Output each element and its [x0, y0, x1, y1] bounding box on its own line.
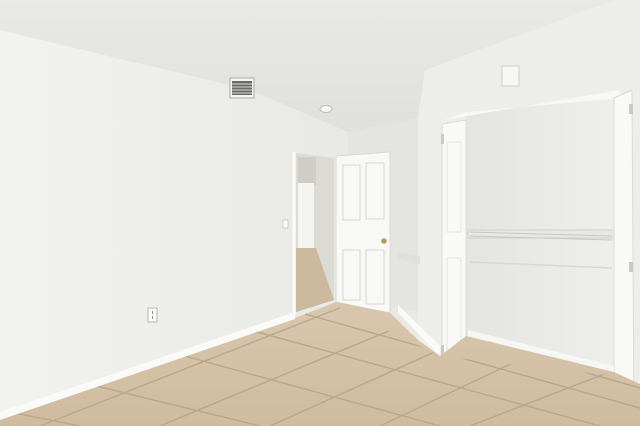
- light-switch: [282, 219, 289, 229]
- door-knob[interactable]: [381, 238, 387, 244]
- hallway-doorframe: [298, 183, 314, 253]
- hallway-far-wall: [298, 157, 316, 185]
- wall-plate: [501, 65, 520, 87]
- interior-door[interactable]: [335, 151, 391, 314]
- bedroom-photo: [0, 0, 640, 426]
- hvac-vent: [229, 77, 255, 99]
- room-illustration: [0, 0, 640, 426]
- closet-bifold-door-left[interactable]: [441, 119, 467, 375]
- wall-outlet: [147, 307, 158, 323]
- smoke-detector: [319, 105, 333, 113]
